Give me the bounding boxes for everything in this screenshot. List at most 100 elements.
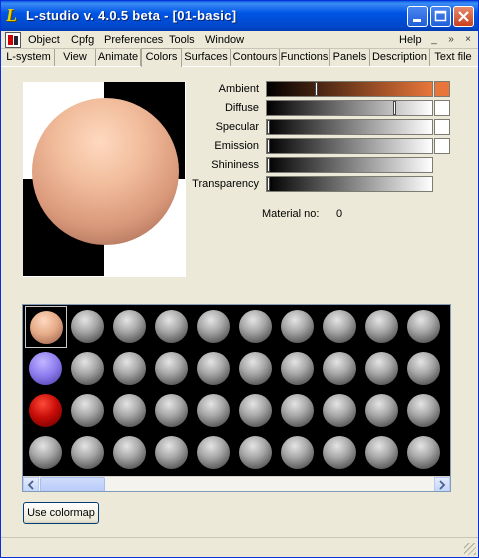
palette-cell[interactable] bbox=[277, 390, 319, 432]
palette-cell[interactable] bbox=[193, 390, 235, 432]
palette-cell[interactable] bbox=[361, 306, 403, 348]
diffuse-slider[interactable] bbox=[266, 100, 433, 116]
palette-cell[interactable] bbox=[361, 390, 403, 432]
palette-cell[interactable] bbox=[193, 306, 235, 348]
palette-cell[interactable] bbox=[277, 432, 319, 474]
palette-cell[interactable] bbox=[67, 306, 109, 348]
document-icon[interactable] bbox=[5, 32, 21, 48]
palette-cell[interactable] bbox=[361, 432, 403, 474]
emission-color-swatch[interactable] bbox=[434, 138, 450, 154]
palette-cell[interactable] bbox=[319, 390, 361, 432]
slider-thumb[interactable] bbox=[267, 177, 270, 191]
close-icon bbox=[458, 11, 469, 22]
palette-cell[interactable] bbox=[319, 306, 361, 348]
diffuse-color-swatch[interactable] bbox=[434, 100, 450, 116]
palette-cell[interactable] bbox=[403, 432, 445, 474]
palette-cell[interactable] bbox=[109, 348, 151, 390]
palette-cell[interactable] bbox=[193, 348, 235, 390]
tab-l-system[interactable]: L-system bbox=[3, 49, 55, 66]
mdi-close-button[interactable]: × bbox=[461, 33, 475, 47]
property-label: Emission bbox=[214, 140, 259, 152]
app-logo: L bbox=[6, 5, 17, 25]
mdi-restore-button[interactable]: » bbox=[444, 33, 458, 47]
palette-cell[interactable] bbox=[151, 390, 193, 432]
palette-cell[interactable] bbox=[151, 306, 193, 348]
slider-thumb[interactable] bbox=[393, 101, 396, 115]
scroll-right-button[interactable] bbox=[434, 477, 450, 491]
palette-cell[interactable] bbox=[25, 348, 67, 390]
palette-cell[interactable] bbox=[403, 306, 445, 348]
minimize-button[interactable] bbox=[407, 6, 428, 27]
palette-cell[interactable] bbox=[109, 390, 151, 432]
resize-grip[interactable] bbox=[464, 543, 476, 555]
menu-window[interactable]: Window bbox=[203, 32, 246, 48]
menu-tools[interactable]: Tools bbox=[167, 32, 197, 48]
palette-cell[interactable] bbox=[319, 432, 361, 474]
scroll-thumb[interactable] bbox=[40, 477, 105, 491]
close-button[interactable] bbox=[453, 6, 474, 27]
use-colormap-button[interactable]: Use colormap bbox=[23, 502, 99, 524]
palette-cell[interactable] bbox=[67, 390, 109, 432]
palette-cell[interactable] bbox=[403, 390, 445, 432]
palette-cell[interactable] bbox=[277, 348, 319, 390]
property-label: Ambient bbox=[218, 83, 259, 95]
palette-cell[interactable] bbox=[235, 390, 277, 432]
palette-cell[interactable] bbox=[109, 306, 151, 348]
maximize-button[interactable] bbox=[430, 6, 451, 27]
tab-panels[interactable]: Panels bbox=[330, 49, 370, 66]
menu-cpfg[interactable]: Cpfg bbox=[69, 32, 96, 48]
property-label: Diffuse bbox=[224, 102, 259, 114]
palette-cell[interactable] bbox=[235, 306, 277, 348]
palette-cell[interactable] bbox=[25, 432, 67, 474]
palette-cell[interactable] bbox=[277, 306, 319, 348]
material-sphere bbox=[239, 436, 272, 469]
material-sphere bbox=[407, 394, 440, 427]
title-bar[interactable]: L L-studio v. 4.0.5 beta - [01-basic] bbox=[1, 1, 478, 31]
palette-cell[interactable] bbox=[109, 432, 151, 474]
menu-help[interactable]: Help bbox=[397, 32, 424, 48]
palette-cell[interactable] bbox=[193, 432, 235, 474]
emission-slider[interactable] bbox=[266, 138, 433, 154]
palette-cell[interactable] bbox=[67, 432, 109, 474]
slider-thumb[interactable] bbox=[315, 82, 318, 96]
property-row-transparency: Transparency bbox=[186, 176, 451, 193]
menu-preferences[interactable]: Preferences bbox=[102, 32, 165, 48]
palette-cell[interactable] bbox=[235, 432, 277, 474]
material-palette bbox=[22, 304, 451, 492]
specular-slider[interactable] bbox=[266, 119, 433, 135]
transparency-slider[interactable] bbox=[266, 176, 433, 192]
tab-colors[interactable]: Colors bbox=[141, 48, 182, 67]
palette-cell[interactable] bbox=[25, 306, 67, 348]
scroll-left-button[interactable] bbox=[23, 477, 39, 491]
palette-cell[interactable] bbox=[403, 348, 445, 390]
palette-cell[interactable] bbox=[235, 348, 277, 390]
slider-thumb[interactable] bbox=[267, 158, 270, 172]
slider-thumb[interactable] bbox=[267, 120, 270, 134]
tab-view[interactable]: View bbox=[55, 49, 96, 66]
property-row-diffuse: Diffuse bbox=[186, 100, 451, 117]
tab-surfaces[interactable]: Surfaces bbox=[182, 49, 231, 66]
material-sphere bbox=[407, 310, 440, 343]
material-sphere bbox=[155, 436, 188, 469]
material-sphere bbox=[113, 352, 146, 385]
tab-animate[interactable]: Animate bbox=[96, 49, 141, 66]
tab-text-file[interactable]: Text file bbox=[430, 49, 476, 66]
property-row-ambient: Ambient bbox=[186, 81, 451, 98]
slider-thumb[interactable] bbox=[267, 139, 270, 153]
menu-object[interactable]: Object bbox=[26, 32, 62, 48]
horizontal-scrollbar[interactable] bbox=[23, 476, 450, 491]
shininess-slider[interactable] bbox=[266, 157, 433, 173]
palette-cell[interactable] bbox=[25, 390, 67, 432]
palette-cell[interactable] bbox=[361, 348, 403, 390]
tab-description[interactable]: Description bbox=[370, 49, 430, 66]
mdi-minimize-button[interactable]: _ bbox=[427, 33, 441, 47]
tab-contours[interactable]: Contours bbox=[231, 49, 280, 66]
palette-cell[interactable] bbox=[319, 348, 361, 390]
tab-functions[interactable]: Functions bbox=[280, 49, 330, 66]
ambient-slider[interactable] bbox=[266, 81, 433, 97]
ambient-color-swatch[interactable] bbox=[434, 81, 450, 97]
palette-cell[interactable] bbox=[151, 432, 193, 474]
palette-cell[interactable] bbox=[151, 348, 193, 390]
palette-cell[interactable] bbox=[67, 348, 109, 390]
specular-color-swatch[interactable] bbox=[434, 119, 450, 135]
